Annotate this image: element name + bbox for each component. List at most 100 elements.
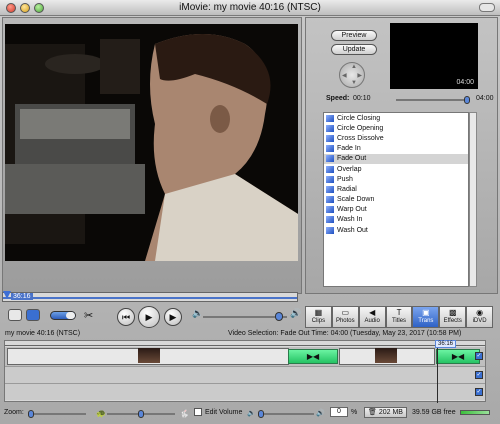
transition-item[interactable]: Circle Opening — [324, 123, 468, 133]
transition-item-label: Cross Dissolve — [337, 134, 384, 142]
transition-item-label: Scale Down — [337, 196, 375, 204]
percent-sign: % — [351, 409, 358, 416]
pane-idvd-button[interactable]: ◉ iDVD — [466, 306, 494, 328]
speed-thumb[interactable] — [464, 96, 470, 104]
volume-thumb[interactable] — [275, 312, 283, 321]
play-button[interactable]: ▶ — [138, 306, 160, 328]
video-track-checkbox[interactable]: ✓ — [475, 352, 483, 360]
transition-item[interactable]: Push — [324, 174, 468, 184]
audio-track-1-checkbox[interactable]: ✓ — [475, 371, 483, 379]
rewind-icon: ⏮ — [121, 311, 131, 322]
preview-time: 04:00 — [456, 79, 474, 86]
pane-effects-button[interactable]: ▩ Effects — [439, 306, 467, 328]
clip-volume-thumb[interactable] — [258, 410, 264, 418]
speed-slider[interactable] — [396, 96, 470, 104]
clip-thumbnail — [375, 348, 397, 363]
status-line: my movie 40:16 (NTSC) Video Selection: F… — [5, 330, 495, 340]
transition-item-label: Wash In — [337, 216, 363, 224]
transition-clip[interactable]: ▶◀ — [436, 349, 480, 364]
clip-speed-thumb[interactable] — [138, 410, 144, 418]
audio-track-2[interactable]: ✓ — [5, 383, 485, 400]
clip-view-button[interactable] — [26, 309, 40, 321]
transition-item-label: Circle Opening — [337, 124, 384, 132]
bottom-bar: Zoom: 🐢 🐇 Edit Volume 🔈 🔊 0 % 🗑 202 MB 3… — [0, 404, 500, 424]
transition-item[interactable]: Wash Out — [324, 225, 468, 235]
transition-item[interactable]: Fade Out — [324, 153, 468, 164]
pane-label: iDVD — [472, 318, 487, 324]
pane-label: Effects — [443, 318, 462, 324]
pane-label: Trans — [418, 318, 434, 324]
transition-icon: ▶◀ — [451, 352, 465, 361]
window-title: iMovie: my movie 40:16 (NTSC) — [179, 2, 321, 13]
transition-list-scrollbar[interactable] — [469, 112, 477, 287]
effects-icon: ▩ — [448, 308, 457, 317]
disk-usage-label: 202 MB — [378, 409, 403, 416]
audio-track-1[interactable]: ✓ — [5, 366, 485, 383]
volume-field[interactable]: 0 — [330, 407, 348, 417]
arrow-up-icon: ▲ — [351, 64, 357, 70]
arrow-left-icon: ◀ — [342, 73, 347, 79]
timeline-playhead[interactable] — [437, 341, 438, 403]
timeline[interactable]: ▶◀ ▶◀ ✓ ✓ ✓ 36:16 — [4, 340, 486, 403]
transition-item[interactable]: Fade In — [324, 144, 468, 154]
transition-thumbnail-icon — [326, 155, 334, 163]
zoom-thumb[interactable] — [28, 410, 34, 418]
transition-list[interactable]: Circle Closing Circle Opening Cross Dissol… — [323, 112, 469, 287]
transition-clip[interactable]: ▶◀ — [288, 349, 338, 364]
edit-volume-label: Edit Volume — [205, 409, 243, 416]
free-space: 39.59 GB free — [412, 409, 456, 416]
transition-item-label: Radial — [337, 185, 357, 193]
disk-usage: 🗑 202 MB — [364, 407, 407, 418]
transition-thumbnail-icon — [326, 124, 334, 132]
volume-slider[interactable] — [203, 312, 287, 321]
scrubber-bar[interactable]: 36:16 — [2, 291, 298, 302]
transition-preview: 04:00 — [390, 23, 478, 89]
transition-item[interactable]: Warp Out — [324, 205, 468, 215]
zoom-label: Zoom: — [4, 409, 24, 416]
transition-item-label: Overlap — [337, 165, 362, 173]
free-space-meter — [460, 410, 490, 415]
toolbar-toggle-button[interactable] — [479, 3, 495, 12]
transition-item[interactable]: Overlap — [324, 164, 468, 174]
video-track[interactable]: ▶◀ ▶◀ ✓ — [5, 347, 485, 366]
audio-track-2-checkbox[interactable]: ✓ — [475, 388, 483, 396]
direction-control[interactable]: ▲ ▼ ◀ ▶ — [339, 62, 365, 88]
play-icon: ▶ — [145, 311, 153, 322]
film-strip-icon: ▦ — [314, 308, 323, 317]
pane-audio-button[interactable]: ◀ Audio — [358, 306, 386, 328]
transition-item[interactable]: Cross Dissolve — [324, 133, 468, 143]
transition-thumbnail-icon — [326, 196, 334, 204]
fullscreen-play-button[interactable]: ▶ — [164, 308, 182, 326]
scrubber-progress — [3, 297, 297, 299]
video-frame-image — [5, 24, 298, 261]
camera-edit-switch[interactable] — [50, 311, 76, 320]
edit-volume-checkbox[interactable] — [194, 408, 202, 416]
imovie-window: iMovie: my movie 40:16 (NTSC) 36:16 ✂ ⏮ — [0, 0, 500, 424]
speaker-icon: ◀ — [369, 308, 376, 317]
update-button[interactable]: Update — [331, 44, 377, 55]
pane-photos-button[interactable]: ▭ Photos — [331, 306, 359, 328]
fullscreen-play-icon: ▶ — [169, 311, 177, 322]
clip-thumbnail — [138, 348, 160, 363]
pane-trans-button[interactable]: ▣ Trans — [412, 306, 440, 328]
rewind-button[interactable]: ⏮ — [117, 308, 135, 326]
scissors-icon[interactable]: ✂ — [84, 309, 93, 322]
playback-controls: ✂ ⏮ ▶ ▶ 🔈 🔊 — [0, 306, 302, 328]
transition-item[interactable]: Scale Down — [324, 195, 468, 205]
clip-volume-slider[interactable] — [258, 410, 314, 418]
transition-item[interactable]: Wash In — [324, 215, 468, 225]
clip-speed-slider[interactable] — [107, 410, 175, 418]
pane-clips-button[interactable]: ▦ Clips — [305, 306, 332, 328]
pane-label: Titles — [391, 318, 407, 324]
timeline-view-button[interactable] — [8, 309, 22, 321]
timeline-ruler — [5, 341, 485, 346]
transition-item[interactable]: Radial — [324, 184, 468, 194]
preview-button[interactable]: Preview — [331, 30, 377, 41]
transition-icon: ▣ — [422, 308, 430, 317]
text-icon: T — [396, 308, 402, 317]
pane-titles-button[interactable]: T Titles — [385, 306, 413, 328]
transition-item[interactable]: Circle Closing — [324, 113, 468, 123]
transition-item-label: Fade In — [337, 145, 361, 153]
dvd-icon: ◉ — [476, 308, 484, 317]
zoom-slider[interactable] — [28, 410, 86, 418]
